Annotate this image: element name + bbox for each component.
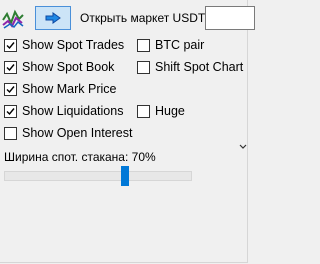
show-spot-trades-checkbox[interactable]: Show Spot Trades [4,37,124,53]
settings-panel: Открыть маркет USDT- Show Spot Trades BT… [0,0,255,263]
huge-checkbox[interactable]: Huge [137,103,185,119]
checkbox-box[interactable] [4,38,17,52]
show-spot-book-checkbox[interactable]: Show Spot Book [4,59,114,75]
show-mark-price-checkbox[interactable]: Show Mark Price [4,81,116,97]
market-symbol-input[interactable] [205,6,255,30]
open-market-label: Открыть маркет USDT- [80,11,209,25]
checkbox-label: Show Mark Price [22,82,117,96]
check-icon [6,63,15,71]
btc-pair-checkbox[interactable]: BTC pair [137,37,204,53]
spot-book-width-slider-track[interactable] [4,171,192,181]
show-open-interest-checkbox[interactable]: Show Open Interest [4,125,132,141]
check-icon [6,107,15,115]
checkbox-box[interactable] [137,38,150,52]
check-icon [6,41,15,49]
checkbox-box[interactable] [4,60,17,74]
checkbox-label: Shift Spot Chart [155,60,244,74]
checkbox-box[interactable] [4,104,17,118]
checkbox-box[interactable] [137,104,150,118]
show-liquidations-checkbox[interactable]: Show Liquidations [4,103,123,119]
shift-spot-chart-checkbox[interactable]: Shift Spot Chart [137,59,243,75]
checkbox-box[interactable] [137,60,150,74]
spot-book-width-slider-thumb[interactable] [121,166,129,186]
checkbox-label: Show Spot Book [22,60,115,74]
spot-book-width-label: Ширина спот. стакана: 70% [4,150,156,164]
checkbox-label: Show Liquidations [22,104,124,118]
checkbox-label: BTC pair [155,38,205,52]
checkbox-label: Huge [155,104,185,118]
check-icon [6,85,15,93]
open-market-button[interactable] [35,6,71,30]
checkbox-box[interactable] [4,82,17,96]
arrow-right-icon [45,12,61,24]
chevron-down-icon[interactable] [239,140,247,149]
checkbox-label: Show Spot Trades [22,38,125,52]
chart-signal-icon[interactable] [2,8,24,30]
checkbox-label: Show Open Interest [22,126,133,140]
checkbox-box[interactable] [4,126,17,140]
